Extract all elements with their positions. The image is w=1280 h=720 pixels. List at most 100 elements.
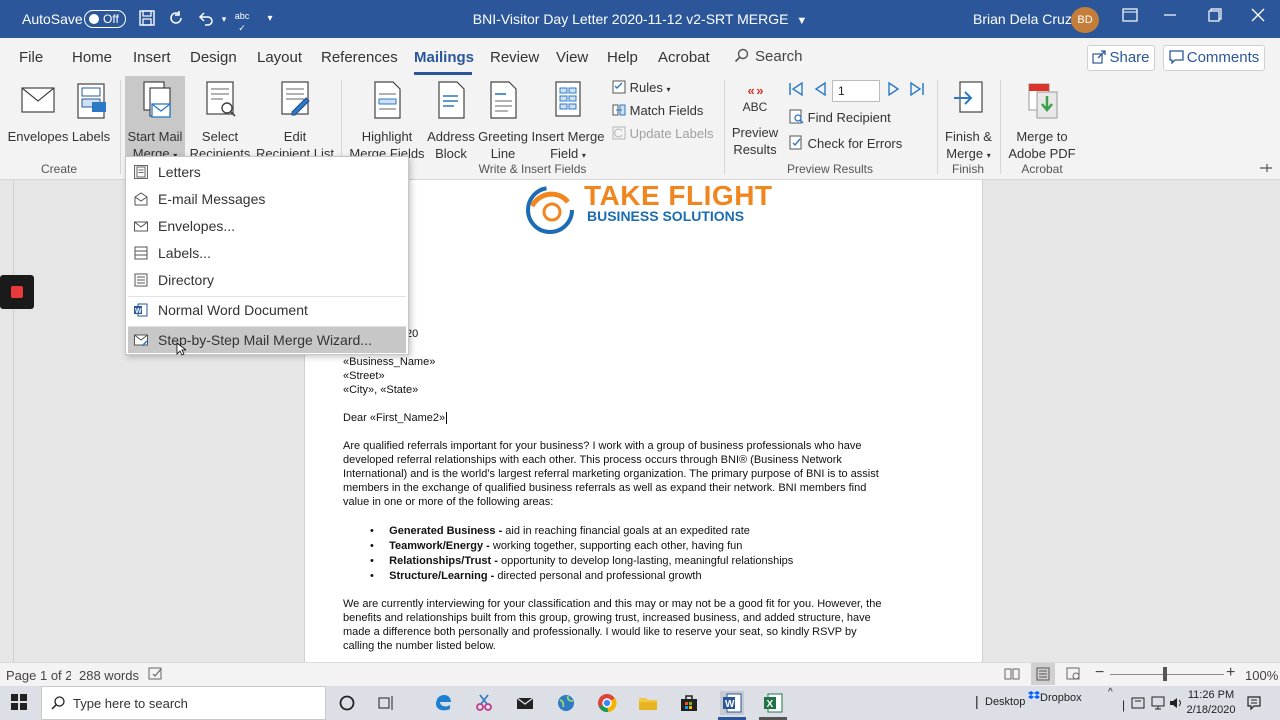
find-recipient-button[interactable]: Find Recipient xyxy=(789,109,891,125)
comments-button[interactable]: Comments xyxy=(1163,45,1265,71)
greeting-line-button[interactable]: Greeting Line xyxy=(476,78,530,162)
avatar[interactable]: BD xyxy=(1071,7,1099,33)
menu-item-directory[interactable]: Directory xyxy=(128,267,406,293)
tab-file[interactable]: File xyxy=(19,49,43,66)
start-mail-merge-button[interactable]: Start Mail Merge ▾ xyxy=(125,76,185,161)
restore-icon[interactable] xyxy=(1205,8,1225,28)
match-fields-icon xyxy=(612,104,626,116)
insert-field-label-2: Field xyxy=(550,146,579,161)
directory-icon xyxy=(134,273,148,287)
zoom-slider-track[interactable] xyxy=(1110,674,1224,675)
tab-acrobat[interactable]: Acrobat xyxy=(658,49,710,66)
desktop-toolbar[interactable]: Desktop xyxy=(985,696,1025,708)
chrome-icon[interactable] xyxy=(597,693,617,713)
clock-date[interactable]: 2/18/2020 xyxy=(1185,704,1237,716)
finish-merge-button[interactable]: Finish & Merge ▾ xyxy=(941,78,996,164)
match-fields-button[interactable]: Match Fields xyxy=(612,103,703,118)
tab-help[interactable]: Help xyxy=(607,49,638,66)
edit-recipient-list-button[interactable]: Edit Recipient List xyxy=(255,78,335,162)
dropbox-toolbar[interactable]: Dropbox xyxy=(1028,691,1082,704)
network-globe-icon[interactable] xyxy=(556,693,576,713)
notifications-icon[interactable] xyxy=(1246,695,1262,711)
menu-item-email-messages[interactable]: E-mail Messages xyxy=(128,186,406,212)
word-taskbar-icon[interactable]: W xyxy=(720,691,744,715)
check-errors-button[interactable]: Check for Errors xyxy=(789,135,902,151)
network-icon[interactable] xyxy=(1150,695,1166,711)
windows-start-icon[interactable] xyxy=(10,693,30,713)
word-icon: W xyxy=(134,303,148,317)
word-count[interactable]: 288 words xyxy=(79,668,139,683)
proofing-icon[interactable] xyxy=(148,667,164,684)
web-layout-icon[interactable] xyxy=(1066,667,1082,684)
tab-view[interactable]: View xyxy=(556,49,588,66)
task-view-icon[interactable] xyxy=(376,693,396,713)
zoom-out-icon[interactable]: − xyxy=(1095,664,1104,682)
abc-text: ABC xyxy=(742,100,768,114)
taskbar-search-input[interactable]: Type here to search xyxy=(41,686,326,720)
minimize-icon[interactable] xyxy=(1160,8,1180,28)
previous-record-button[interactable] xyxy=(812,81,828,100)
clock-time[interactable]: 11:26 PM xyxy=(1187,689,1235,701)
logo-subtitle: BUSINESS SOLUTIONS xyxy=(587,208,745,224)
user-name[interactable]: Brian Dela Cruz xyxy=(973,11,1072,27)
menu-item-letters[interactable]: Letters xyxy=(128,159,406,185)
ribbon-display-options-icon[interactable] xyxy=(1120,8,1140,28)
envelopes-button[interactable]: Envelopes xyxy=(5,78,71,145)
menu-item-envelopes[interactable]: Envelopes... xyxy=(128,213,406,239)
merge-to-pdf-button[interactable]: Merge to Adobe PDF xyxy=(1004,78,1080,162)
group-preview-label: Preview Results xyxy=(786,162,874,176)
envelope-icon xyxy=(134,221,148,232)
menu-item-normal-word-document[interactable]: W Normal Word Document xyxy=(128,297,406,323)
tab-design[interactable]: Design xyxy=(190,49,237,66)
labels-button[interactable]: Labels xyxy=(70,78,112,145)
paragraph-closing: We are currently interviewing for your c… xyxy=(343,597,963,653)
first-record-button[interactable] xyxy=(788,81,804,100)
tab-references[interactable]: References xyxy=(321,49,398,66)
tab-home[interactable]: Home xyxy=(72,49,112,66)
zoom-slider-handle[interactable] xyxy=(1163,667,1167,681)
preview-icon: « » ABC xyxy=(729,78,781,124)
next-record-icon xyxy=(888,81,900,97)
cortana-icon[interactable] xyxy=(337,693,357,713)
stop-icon xyxy=(11,286,23,298)
highlight-merge-fields-button[interactable]: Highlight Merge Fields xyxy=(347,78,427,162)
volume-icon[interactable] xyxy=(1168,695,1184,711)
next-record-button[interactable] xyxy=(886,81,902,100)
address-block-button[interactable]: Address Block xyxy=(426,78,476,162)
store-icon[interactable] xyxy=(679,693,699,713)
zoom-level[interactable]: 100% xyxy=(1245,668,1278,683)
insert-merge-field-button[interactable]: Insert Merge Field ▾ xyxy=(529,78,607,164)
print-layout-icon[interactable] xyxy=(1031,663,1055,685)
tab-layout[interactable]: Layout xyxy=(257,49,302,66)
menu-item-mail-merge-wizard[interactable]: Step-by-Step Mail Merge Wizard... xyxy=(128,327,406,353)
close-icon[interactable] xyxy=(1248,8,1268,28)
update-labels-label: Update Labels xyxy=(629,126,714,141)
tab-mailings[interactable]: Mailings xyxy=(414,49,474,66)
rules-button[interactable]: Rules ▾ xyxy=(612,80,671,95)
record-number-input[interactable]: 1 xyxy=(832,80,880,102)
share-button[interactable]: Share xyxy=(1087,45,1155,71)
edge-browser-icon[interactable] xyxy=(433,693,453,713)
mail-app-icon[interactable] xyxy=(515,693,535,713)
preview-results-button[interactable]: « » ABC Preview Results xyxy=(729,78,781,158)
tab-insert[interactable]: Insert xyxy=(133,49,171,66)
zoom-in-icon[interactable]: + xyxy=(1226,664,1235,682)
title-dropdown-icon[interactable]: ▼ xyxy=(796,15,807,27)
onedrive-icon[interactable] xyxy=(1130,695,1146,711)
show-hidden-icons[interactable]: ^ xyxy=(1108,687,1113,698)
file-explorer-icon[interactable] xyxy=(638,693,658,713)
list-item: • Teamwork/Energy - working together, su… xyxy=(370,540,743,552)
update-labels-button[interactable]: Update Labels xyxy=(612,126,713,141)
last-record-button[interactable] xyxy=(909,81,925,100)
excel-taskbar-icon[interactable]: X xyxy=(761,691,785,715)
page-count[interactable]: Page 1 of 2 xyxy=(6,668,71,683)
menu-item-labels[interactable]: Labels... xyxy=(128,240,406,266)
read-mode-icon[interactable] xyxy=(1004,667,1020,684)
pin-ribbon-icon[interactable] xyxy=(1259,162,1273,177)
stop-recording-button[interactable] xyxy=(0,275,34,309)
snipping-tool-icon[interactable] xyxy=(474,693,494,713)
title-bar: AutoSave Off ▾ abc ✓ ▾ BNI-Visitor Day Le… xyxy=(0,0,1280,38)
tell-me-search[interactable]: Search xyxy=(734,48,803,65)
tab-review[interactable]: Review xyxy=(490,49,539,66)
edit-list-icon xyxy=(281,81,310,116)
